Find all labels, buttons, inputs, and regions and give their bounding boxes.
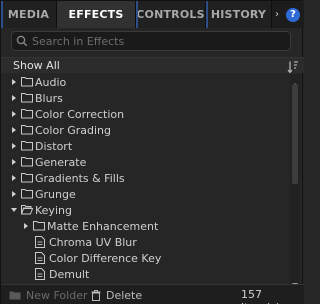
tree-folder-item[interactable]: Grunge: [1, 186, 287, 202]
tree-folder-item[interactable]: Gradients & Fills: [1, 170, 287, 186]
effect-file-icon: [35, 236, 47, 248]
sort-icon[interactable]: [287, 59, 299, 74]
collapsed-arrow-icon[interactable]: [10, 158, 18, 166]
folder-icon: [33, 220, 45, 232]
help-icon: ?: [286, 7, 300, 22]
scrollbar[interactable]: [290, 74, 300, 287]
panel-footer: New Folder Delete 157 item(s): [1, 284, 304, 304]
tree-item-label: Keying: [35, 203, 72, 217]
tree-folder-item[interactable]: Audio: [1, 74, 287, 90]
tab-controls[interactable]: CONTROLS: [136, 1, 206, 28]
effect-file-icon: [35, 268, 47, 280]
new-folder-label: New Folder: [26, 288, 88, 302]
collapsed-arrow-icon[interactable]: [10, 142, 18, 150]
folder-icon: [21, 188, 33, 200]
folder-icon: [21, 124, 33, 136]
tree-child-item[interactable]: Color Difference Key: [1, 250, 287, 266]
tree-item-label: Color Correction: [35, 107, 125, 121]
effects-panel: MEDIA EFFECTS CONTROLS HISTORY › ? Show …: [0, 0, 304, 304]
show-all-filter[interactable]: Show All: [13, 59, 60, 72]
scroll-up-arrow-icon[interactable]: [290, 74, 300, 87]
new-folder-button[interactable]: New Folder: [9, 288, 87, 302]
tab-history[interactable]: HISTORY: [206, 1, 272, 28]
search-icon: [12, 32, 32, 50]
tree-item-label: Demult: [49, 267, 90, 281]
tree-folder-item[interactable]: Keying: [1, 202, 287, 218]
collapsed-arrow-icon[interactable]: [10, 94, 18, 102]
tree-folder-item[interactable]: Distort: [1, 138, 287, 154]
folder-icon: [9, 291, 21, 300]
folder-icon: [21, 76, 33, 88]
tree-folder-item[interactable]: Color Grading: [1, 122, 287, 138]
tree-item-label: Blurs: [35, 91, 63, 105]
delete-label: Delete: [106, 288, 143, 302]
tab-media[interactable]: MEDIA: [1, 1, 57, 28]
tree-item-label: Color Difference Key: [49, 251, 162, 265]
effects-tree: Audio Blurs Color Correction Color Grading D…: [1, 74, 287, 282]
tab-overflow-arrow-icon[interactable]: ›: [272, 1, 282, 28]
tree-child-item[interactable]: Matte Enhancement: [1, 218, 287, 234]
tree-folder-item[interactable]: Color Correction: [1, 106, 287, 122]
collapsed-arrow-icon[interactable]: [10, 110, 18, 118]
tree-item-label: Distort: [35, 139, 73, 153]
tree-item-label: Matte Enhancement: [47, 219, 159, 233]
expanded-arrow-icon[interactable]: [10, 206, 18, 214]
folder-icon: [21, 156, 33, 168]
scroll-thumb[interactable]: [292, 84, 298, 184]
tree-child-item[interactable]: Demult: [1, 266, 287, 282]
scroll-down-arrow-icon[interactable]: [290, 274, 300, 287]
search-box: [11, 31, 291, 51]
folder-icon: [21, 92, 33, 104]
tree-item-label: Generate: [35, 155, 87, 169]
tree-item-label: Audio: [35, 75, 67, 89]
tree-item-label: Chroma UV Blur: [49, 235, 137, 249]
search-input[interactable]: [32, 34, 290, 48]
tab-effects[interactable]: EFFECTS: [57, 1, 136, 28]
tree-folder-item[interactable]: Generate: [1, 154, 287, 170]
tree-item-label: Grunge: [35, 187, 76, 201]
tree-item-label: Color Grading: [35, 123, 111, 137]
trash-icon: [91, 289, 101, 301]
collapsed-arrow-icon[interactable]: [22, 222, 30, 230]
filter-bar: Show All: [1, 57, 304, 74]
folder-icon: [21, 140, 33, 152]
tab-bar: MEDIA EFFECTS CONTROLS HISTORY › ?: [1, 1, 304, 28]
tree-child-item[interactable]: Chroma UV Blur: [1, 234, 287, 250]
folder-icon: [21, 108, 33, 120]
collapsed-arrow-icon[interactable]: [10, 174, 18, 182]
item-count: 157 item(s): [241, 288, 280, 304]
folder-icon: [21, 172, 33, 184]
collapsed-arrow-icon[interactable]: [10, 190, 18, 198]
effect-file-icon: [35, 252, 47, 264]
delete-button[interactable]: Delete: [91, 288, 142, 302]
folder-open-icon: [20, 204, 34, 216]
tree-folder-item[interactable]: Blurs: [1, 90, 287, 106]
collapsed-arrow-icon[interactable]: [10, 126, 18, 134]
collapsed-arrow-icon[interactable]: [10, 78, 18, 86]
tree-item-label: Gradients & Fills: [35, 171, 125, 185]
help-button[interactable]: ?: [282, 1, 304, 28]
